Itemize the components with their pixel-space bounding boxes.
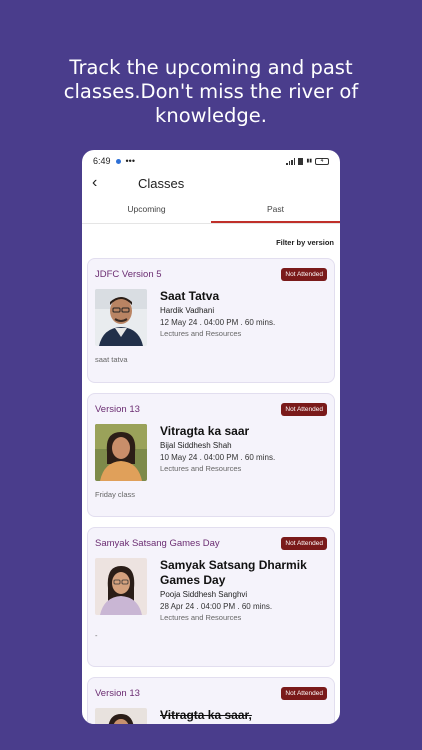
tab-bar: Upcoming Past	[82, 195, 340, 224]
promo-headline: Track the upcoming and past classes.Don'…	[63, 56, 359, 127]
status-time: 6:49	[93, 156, 111, 166]
notification-icon	[115, 158, 121, 164]
class-list: JDFC Version 5 Not Attended Saat Tatva H…	[82, 258, 340, 724]
page-title: Classes	[138, 175, 185, 191]
class-datetime: 28 Apr 24 . 04:00 PM . 60 mins.	[160, 602, 273, 611]
teacher-avatar	[95, 289, 147, 346]
wifi-icon	[298, 157, 304, 165]
app-bar: ‹ Classes	[82, 172, 340, 194]
status-badge: Not Attended	[281, 268, 327, 281]
class-version: Version 13	[95, 404, 140, 415]
class-note: -	[95, 631, 98, 640]
tab-past[interactable]: Past	[211, 195, 340, 223]
tab-upcoming[interactable]: Upcoming	[82, 195, 211, 223]
class-datetime: 12 May 24 . 04:00 PM . 60 mins.	[160, 318, 276, 327]
signal-icon	[286, 157, 296, 165]
lectures-resources-link[interactable]: Lectures and Resources	[160, 329, 275, 338]
class-title: Vitragta ka saar	[160, 424, 250, 438]
class-version: Version 13	[95, 688, 140, 699]
teacher-avatar	[95, 708, 147, 724]
class-card[interactable]: Version 13 Not Attended Vitragta ka saar…	[87, 677, 335, 724]
teacher-name: Pooja Siddhesh Sanghvi	[160, 590, 248, 599]
battery-icon: 4	[315, 157, 329, 165]
teacher-name: Bijal Siddhesh Shah	[160, 441, 232, 450]
class-card[interactable]: Samyak Satsang Games Day Not Attended Sa…	[87, 527, 335, 667]
class-title: Vitragta ka saar,	[160, 708, 252, 722]
class-note: Friday class	[95, 490, 136, 499]
teacher-avatar	[95, 424, 147, 481]
status-bar: 6:49 ••• ▮▮ 4	[82, 150, 340, 172]
teacher-avatar	[95, 558, 147, 615]
lectures-resources-link[interactable]: Lectures and Resources	[160, 613, 327, 622]
class-title: Samyak Satsang Dharmik Games Day	[160, 558, 307, 587]
teacher-name: Hardik Vadhani	[160, 306, 215, 315]
more-notifications-icon: •••	[125, 156, 135, 166]
class-title: Saat Tatva	[160, 289, 220, 303]
class-card[interactable]: Version 13 Not Attended Vitragta ka saar…	[87, 393, 335, 517]
class-version: JDFC Version 5	[95, 269, 162, 280]
class-datetime: 10 May 24 . 04:00 PM . 60 mins.	[160, 453, 276, 462]
status-badge: Not Attended	[281, 687, 327, 700]
network-icon: ▮▮	[306, 157, 312, 164]
status-badge: Not Attended	[281, 537, 327, 550]
class-note: saat tatva	[95, 355, 128, 364]
status-badge: Not Attended	[281, 403, 327, 416]
back-arrow-icon[interactable]: ‹	[92, 175, 128, 191]
lectures-resources-link[interactable]: Lectures and Resources	[160, 464, 275, 473]
class-card[interactable]: JDFC Version 5 Not Attended Saat Tatva H…	[87, 258, 335, 383]
class-version: Samyak Satsang Games Day	[95, 538, 220, 549]
filter-by-version-button[interactable]: Filter by version	[82, 224, 340, 258]
phone-screen: 6:49 ••• ▮▮ 4 ‹ Classes Upcoming Past Fi…	[82, 150, 340, 724]
